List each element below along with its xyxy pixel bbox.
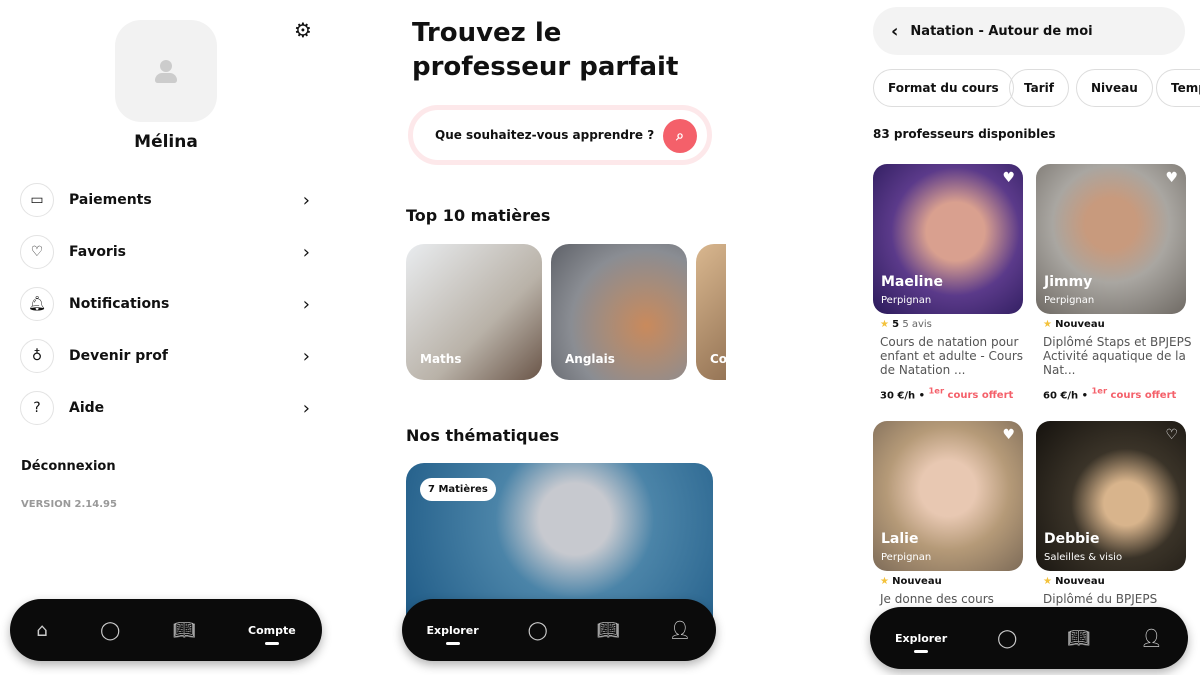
teacher-desc: Cours de natation pour enfant et adulte …: [880, 335, 1024, 377]
filter-format[interactable]: Format du cours: [873, 69, 1014, 107]
menu-item-help[interactable]: ? Aide ›: [20, 390, 310, 426]
version-label: VERSION 2.14.95: [21, 499, 117, 510]
chevron-right-icon: ›: [302, 345, 310, 367]
credit-card-icon: ▭: [20, 183, 54, 217]
heart-icon[interactable]: ♥: [1165, 170, 1178, 186]
subject-tile-3[interactable]: Co: [696, 244, 726, 380]
book-icon[interactable]: 📖︎: [597, 620, 620, 641]
bell-icon: 🔔︎: [20, 287, 54, 321]
results-count: 83 professeurs disponibles: [873, 127, 1056, 141]
teacher-card-debbie[interactable]: ♡ Debbie Saleilles & visio: [1036, 421, 1186, 571]
chevron-right-icon: ›: [302, 189, 310, 211]
chat-icon[interactable]: ◯: [100, 620, 120, 641]
chevron-right-icon: ›: [302, 293, 310, 315]
user-name: Mélina: [134, 132, 198, 152]
search-input[interactable]: Que souhaitez-vous apprendre ? ⌕: [408, 105, 712, 165]
bottom-nav: ⌂ ◯ 📖︎ Compte: [10, 599, 322, 661]
filter-price[interactable]: Tarif: [1009, 69, 1069, 107]
tab-account[interactable]: Compte: [248, 624, 296, 645]
page-title: Trouvez le professeur parfait: [412, 18, 679, 82]
teacher-card-lalie[interactable]: ♥ Lalie Perpignan: [873, 421, 1023, 571]
bottom-nav: Explorer ◯ 📖︎ 👤︎: [402, 599, 716, 661]
chevron-right-icon: ›: [302, 241, 310, 263]
help-icon: ?: [20, 391, 54, 425]
bottom-nav: Explorer ◯ 📖︎ 👤︎: [870, 607, 1188, 669]
new-badge: ★ Nouveau: [1043, 319, 1105, 330]
teacher-price: 30 €/h • 1er cours offert: [880, 386, 1014, 402]
heart-icon[interactable]: ♡: [1165, 427, 1178, 443]
avatar[interactable]: [115, 20, 217, 122]
theme-count-badge: 7 Matières: [420, 478, 496, 501]
subject-tile-maths[interactable]: Maths: [406, 244, 542, 380]
filter-time[interactable]: Temp: [1156, 69, 1200, 107]
home-icon[interactable]: ⌂: [36, 620, 47, 641]
subject-tile-english[interactable]: Anglais: [551, 244, 687, 380]
teacher-desc: Je donne des cours: [880, 592, 994, 606]
top-subjects-heading: Top 10 matières: [406, 206, 551, 225]
tab-explore[interactable]: Explorer: [895, 632, 947, 653]
new-badge: ★ Nouveau: [880, 576, 942, 587]
search-icon[interactable]: ⌕: [663, 119, 697, 153]
chat-icon[interactable]: ◯: [528, 620, 548, 641]
heart-icon[interactable]: ♥: [1002, 427, 1015, 443]
award-icon: ♁: [20, 339, 54, 373]
teacher-desc: Diplômé Staps et BPJEPS Activité aquatiq…: [1043, 335, 1192, 377]
book-icon[interactable]: 📖︎: [173, 620, 196, 641]
profile-icon[interactable]: 👤︎: [669, 620, 692, 641]
back-header[interactable]: ‹ Natation - Autour de moi: [873, 7, 1185, 55]
new-badge: ★ Nouveau: [1043, 576, 1105, 587]
teacher-card-jimmy[interactable]: ♥ Jimmy Perpignan: [1036, 164, 1186, 314]
settings-gear-icon[interactable]: ⚙: [294, 18, 312, 42]
chevron-right-icon: ›: [302, 397, 310, 419]
chat-icon[interactable]: ◯: [997, 628, 1017, 649]
filter-level[interactable]: Niveau: [1076, 69, 1153, 107]
back-arrow-icon[interactable]: ‹: [891, 21, 898, 42]
profile-icon[interactable]: 👤︎: [1140, 628, 1163, 649]
menu-item-become-teacher[interactable]: ♁ Devenir prof ›: [20, 338, 310, 374]
menu-item-favorites[interactable]: ♡ Favoris ›: [20, 234, 310, 270]
heart-icon: ♡: [20, 235, 54, 269]
heart-icon[interactable]: ♥: [1002, 170, 1015, 186]
rating: ★ 5 5 avis: [880, 319, 932, 330]
menu-item-notifications[interactable]: 🔔︎ Notifications ›: [20, 286, 310, 322]
tab-explore[interactable]: Explorer: [427, 624, 479, 645]
teacher-price: 60 €/h • 1er cours offert: [1043, 386, 1177, 402]
teacher-desc: Diplômé du BPJEPS: [1043, 592, 1158, 606]
book-icon[interactable]: 📖︎: [1067, 628, 1090, 649]
menu-item-payments[interactable]: ▭ Paiements ›: [20, 182, 310, 218]
teacher-card-maeline[interactable]: ♥ Maeline Perpignan: [873, 164, 1023, 314]
logout-link[interactable]: Déconnexion: [21, 459, 116, 474]
themes-heading: Nos thématiques: [406, 426, 560, 445]
